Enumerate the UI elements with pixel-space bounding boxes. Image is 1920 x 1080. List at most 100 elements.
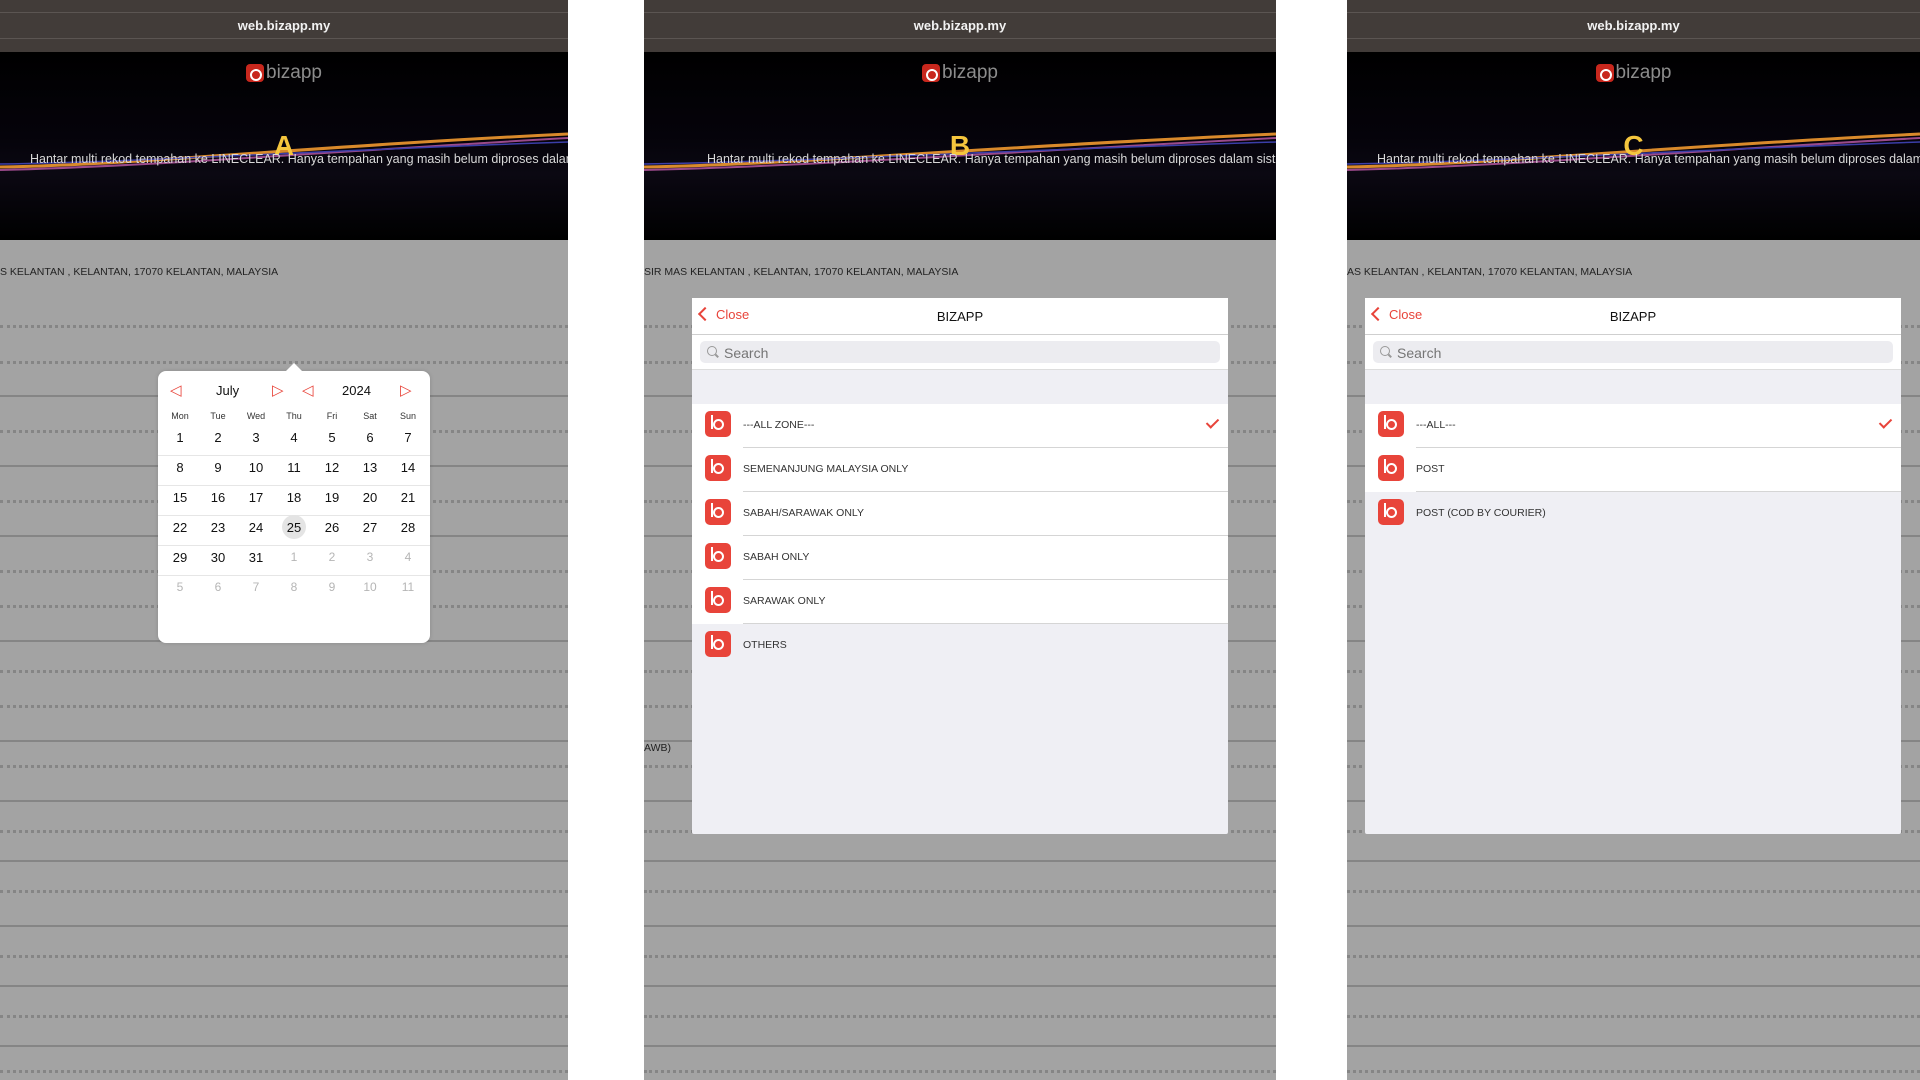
calendar-day-cell[interactable]: 20 <box>351 490 389 505</box>
calendar-day-cell[interactable]: 1 <box>161 430 199 445</box>
calendar-day-cell[interactable]: 6 <box>199 580 237 594</box>
list-item-label: ---ALL--- <box>1416 419 1456 431</box>
calendar-day-cell[interactable]: 2 <box>313 550 351 564</box>
calendar-day-cell[interactable]: 7 <box>389 430 427 445</box>
list-item[interactable]: SEMENANJUNG MALAYSIA ONLY <box>692 448 1228 492</box>
search-input[interactable] <box>1395 343 1879 363</box>
search-bar <box>692 335 1228 370</box>
awb-text: AWB) <box>644 742 672 754</box>
list-item-label: SABAH ONLY <box>743 551 810 563</box>
calendar-day-cell[interactable]: 18 <box>275 490 313 505</box>
list-item[interactable]: ---ALL--- <box>1365 404 1901 448</box>
calendar-day-cell[interactable]: 16 <box>199 490 237 505</box>
marquee-text: Hantar multi rekod tempahan ke LINECLEAR… <box>707 152 1276 166</box>
calendar-day-cell[interactable]: 5 <box>313 430 351 445</box>
bizapp-icon <box>1378 411 1404 437</box>
calendar-day-cell[interactable]: 13 <box>351 460 389 475</box>
header-banner: bizapp C Hantar multi rekod tempahan ke … <box>1347 52 1920 240</box>
header-banner: bizapp A Hantar multi rekod tempahan ke … <box>0 52 568 240</box>
list-item[interactable]: SABAH ONLY <box>692 536 1228 580</box>
search-field[interactable] <box>1373 341 1893 363</box>
url-text: web.bizapp.my <box>1587 18 1680 33</box>
calendar-day-cell[interactable]: 5 <box>161 580 199 594</box>
calendar-day-cell[interactable]: 11 <box>275 460 313 475</box>
checkmark-icon <box>1205 415 1220 429</box>
calendar-day-cell[interactable]: 24 <box>237 520 275 535</box>
calendar-day-cell[interactable]: 22 <box>161 520 199 535</box>
next-month-button[interactable]: ▷ <box>272 381 284 399</box>
weekday-label: Mon <box>171 411 189 421</box>
year-label[interactable]: 2024 <box>342 383 371 398</box>
calendar-day-cell[interactable]: 28 <box>389 520 427 535</box>
calendar-day-cell[interactable]: 27 <box>351 520 389 535</box>
next-year-button[interactable]: ▷ <box>400 381 412 399</box>
list-item[interactable]: POST <box>1365 448 1901 492</box>
calendar-week-row: 15 16 17 18 19 20 21 <box>158 485 430 516</box>
weekday-label: Wed <box>246 411 266 421</box>
calendar-week-row: 5 6 7 8 9 10 11 <box>158 575 430 605</box>
calendar-day-cell[interactable]: 4 <box>275 430 313 445</box>
today-day-cell[interactable]: 25 <box>275 515 313 539</box>
calendar-day-cell[interactable]: 15 <box>161 490 199 505</box>
calendar-day-cell[interactable]: 7 <box>237 580 275 594</box>
option-list: ---ALL ZONE--- SEMENANJUNG MALAYSIA ONLY S… <box>692 404 1228 668</box>
list-item-label: ---ALL ZONE--- <box>743 419 815 431</box>
calendar-day-cell[interactable]: 6 <box>351 430 389 445</box>
marquee-text: Hantar multi rekod tempahan ke LINECLEAR… <box>30 152 568 166</box>
calendar-day-cell[interactable]: 9 <box>199 460 237 475</box>
calendar-day-cell[interactable]: 29 <box>161 550 199 565</box>
list-item-label: SARAWAK ONLY <box>743 595 826 607</box>
search-field[interactable] <box>700 341 1220 363</box>
modal-header: Close BIZAPP <box>1365 298 1901 335</box>
header-banner: bizapp B Hantar multi rekod tempahan ke … <box>644 52 1276 240</box>
search-input[interactable] <box>722 343 1206 363</box>
list-item-label: SABAH/SARAWAK ONLY <box>743 507 864 519</box>
list-item[interactable]: OTHERS <box>692 624 1228 668</box>
calendar-day-cell[interactable]: 4 <box>389 550 427 564</box>
browser-address-bar[interactable]: web.bizapp.my <box>0 0 568 52</box>
weekday-label: Thu <box>286 411 302 421</box>
search-icon <box>707 346 717 356</box>
date-picker-header: ◁ July ▷ ◁ 2024 ▷ <box>158 379 430 401</box>
address-text: AS KELANTAN , KELANTAN, 17070 KELANTAN, … <box>1347 266 1633 278</box>
list-item[interactable]: SABAH/SARAWAK ONLY <box>692 492 1228 536</box>
calendar-day-cell[interactable]: 8 <box>275 580 313 594</box>
calendar-day-cell[interactable]: 9 <box>313 580 351 594</box>
calendar-day-cell[interactable]: 21 <box>389 490 427 505</box>
calendar-week-row: 22 23 24 25 26 27 28 <box>158 515 430 546</box>
calendar-day-cell[interactable]: 14 <box>389 460 427 475</box>
panel-c: web.bizapp.my bizapp C Hantar multi reko… <box>1347 0 1920 1080</box>
list-item[interactable]: SARAWAK ONLY <box>692 580 1228 624</box>
bizapp-logo: bizapp <box>644 62 1276 84</box>
url-text: web.bizapp.my <box>237 18 331 33</box>
panel-a: web.bizapp.my bizapp A Hantar multi reko… <box>0 0 568 1080</box>
prev-month-button[interactable]: ◁ <box>170 381 182 399</box>
browser-address-bar[interactable]: web.bizapp.my <box>644 0 1276 52</box>
date-picker-popover: ◁ July ▷ ◁ 2024 ▷ Mon Tue Wed Thu Fri Sat Sun … <box>158 363 430 643</box>
weekday-label: Sat <box>363 411 377 421</box>
calendar-day-cell[interactable]: 10 <box>351 580 389 594</box>
prev-year-button[interactable]: ◁ <box>302 381 314 399</box>
list-item[interactable]: POST (COD BY COURIER) <box>1365 492 1901 536</box>
calendar-day-cell[interactable]: 3 <box>237 430 275 445</box>
bizapp-icon <box>1378 455 1404 481</box>
bizapp-icon <box>705 543 731 569</box>
calendar-day-cell[interactable]: 11 <box>389 580 427 594</box>
calendar-day-cell[interactable]: 8 <box>161 460 199 475</box>
month-label[interactable]: July <box>216 383 239 398</box>
calendar-day-cell[interactable]: 17 <box>237 490 275 505</box>
calendar-day-cell[interactable]: 12 <box>313 460 351 475</box>
list-item[interactable]: ---ALL ZONE--- <box>692 404 1228 448</box>
calendar-day-cell[interactable]: 30 <box>199 550 237 565</box>
bizapp-logo-icon <box>246 64 264 82</box>
calendar-day-cell[interactable]: 31 <box>237 550 275 565</box>
calendar-day-cell[interactable]: 1 <box>275 550 313 564</box>
calendar-day-cell[interactable]: 26 <box>313 520 351 535</box>
calendar-day-cell[interactable]: 3 <box>351 550 389 564</box>
browser-address-bar[interactable]: web.bizapp.my <box>1347 0 1920 52</box>
calendar-day-cell[interactable]: 19 <box>313 490 351 505</box>
calendar-day-cell[interactable]: 23 <box>199 520 237 535</box>
calendar-day-cell[interactable]: 10 <box>237 460 275 475</box>
bizapp-icon <box>705 455 731 481</box>
calendar-day-cell[interactable]: 2 <box>199 430 237 445</box>
